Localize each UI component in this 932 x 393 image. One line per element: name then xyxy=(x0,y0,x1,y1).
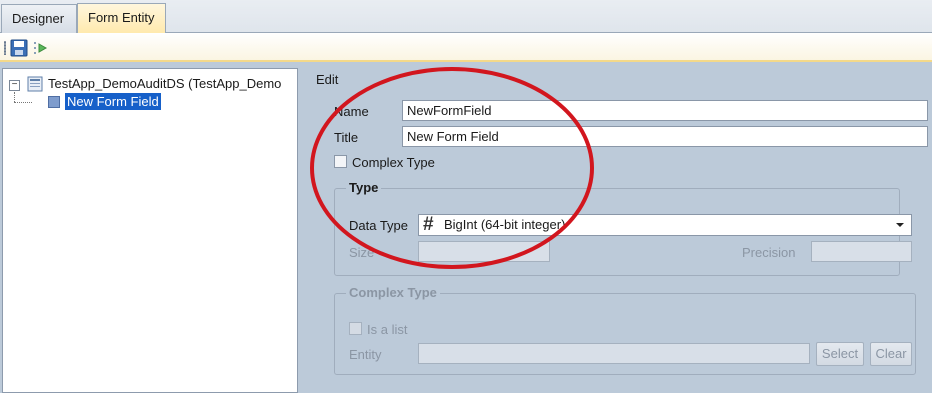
name-input[interactable]: NewFormField xyxy=(402,100,928,121)
entity-tree[interactable]: − TestApp_DemoAuditDS (TestApp_Demo New … xyxy=(2,68,298,393)
precision-input[interactable] xyxy=(811,241,912,262)
title-input[interactable]: New Form Field xyxy=(402,126,928,147)
document-tab-bar: Designer Form Entity xyxy=(0,0,932,34)
title-label: Title xyxy=(334,130,359,145)
edit-group-title: Edit xyxy=(316,72,339,87)
chevron-down-icon[interactable] xyxy=(896,223,904,227)
tree-connector xyxy=(14,92,15,102)
toolbar-grip[interactable] xyxy=(4,41,6,55)
complex-type-checkbox-label[interactable]: Complex Type xyxy=(352,155,435,170)
entity-label: Entity xyxy=(349,347,382,362)
type-group-legend: Type xyxy=(346,180,382,195)
clear-button[interactable]: Clear xyxy=(870,342,912,366)
size-label: Size xyxy=(349,245,375,260)
complex-type-checkbox[interactable] xyxy=(334,155,347,168)
size-input[interactable] xyxy=(418,241,550,262)
datasource-icon xyxy=(27,76,43,92)
complex-type-group: Complex Type Is a list Entity Select Cle… xyxy=(334,285,916,375)
precision-label: Precision xyxy=(742,245,796,260)
select-button[interactable]: Select xyxy=(816,342,864,366)
tab-form-entity[interactable]: Form Entity xyxy=(77,3,166,34)
tree-item-new-form-field[interactable]: New Form Field xyxy=(65,93,161,110)
data-type-value: BigInt (64-bit integer) xyxy=(444,217,566,232)
toolbar xyxy=(0,33,932,62)
run-step-icon[interactable] xyxy=(32,39,50,57)
tab-designer[interactable]: Designer xyxy=(1,4,77,33)
save-icon[interactable] xyxy=(10,39,28,57)
form-field-icon xyxy=(48,96,60,108)
is-list-label: Is a list xyxy=(367,322,408,337)
collapse-icon[interactable]: − xyxy=(9,80,20,91)
edit-panel: Edit Name NewFormField Title New Form Fi… xyxy=(308,68,932,393)
data-type-label: Data Type xyxy=(349,218,409,233)
tree-root-label: TestApp_DemoAuditDS (TestApp_Demo xyxy=(48,76,282,91)
entity-input[interactable] xyxy=(418,343,810,364)
name-label: Name xyxy=(334,104,369,119)
is-list-checkbox[interactable] xyxy=(349,322,362,335)
data-type-select[interactable]: # BigInt (64-bit integer) xyxy=(418,214,912,236)
complex-type-group-legend: Complex Type xyxy=(346,285,440,300)
tree-connector xyxy=(14,102,32,103)
type-group: Type Data Type # BigInt (64-bit integer)… xyxy=(334,180,912,276)
integer-type-icon: # xyxy=(423,214,434,235)
